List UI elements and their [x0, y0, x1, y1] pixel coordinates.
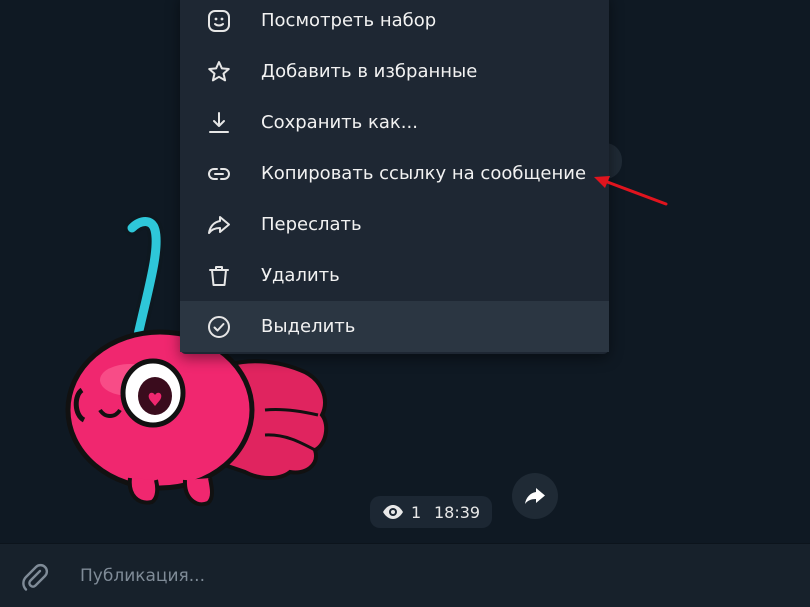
- link-icon: [206, 161, 232, 187]
- menu-item-save-as[interactable]: Сохранить как...: [180, 97, 609, 148]
- menu-item-label: Посмотреть набор: [261, 10, 437, 31]
- message-time: 18:39: [434, 503, 481, 522]
- menu-item-forward[interactable]: Переслать: [180, 199, 609, 250]
- views-count: 1: [411, 503, 422, 522]
- menu-item-label: Добавить в избранные: [261, 61, 478, 82]
- menu-item-copy-message-link[interactable]: Копировать ссылку на сообщение: [180, 148, 609, 199]
- menu-item-label: Переслать: [261, 214, 362, 235]
- message-meta-badge: 1 18:39: [370, 496, 492, 528]
- menu-item-select[interactable]: Выделить: [180, 301, 609, 352]
- eye-icon: [383, 505, 403, 519]
- menu-item-view-sticker-pack[interactable]: Посмотреть набор: [180, 0, 609, 46]
- menu-item-add-to-favorites[interactable]: Добавить в избранные: [180, 46, 609, 97]
- share-button[interactable]: [512, 473, 558, 519]
- menu-item-label: Копировать ссылку на сообщение: [261, 163, 587, 184]
- menu-item-delete[interactable]: Удалить: [180, 250, 609, 301]
- menu-item-label: Выделить: [261, 316, 356, 337]
- menu-item-label: Удалить: [261, 265, 340, 286]
- download-icon: [206, 110, 232, 136]
- forward-icon: [206, 212, 232, 238]
- annotation-arrow: [594, 176, 668, 206]
- message-composer: [0, 543, 810, 607]
- paperclip-icon[interactable]: [20, 562, 50, 592]
- context-menu: Посмотреть набор Добавить в избранные Со…: [180, 0, 609, 354]
- trash-icon: [206, 263, 232, 289]
- share-arrow-icon: [525, 488, 545, 504]
- sticker-pack-icon: [206, 8, 232, 34]
- check-circle-icon: [206, 314, 232, 340]
- star-icon: [206, 59, 232, 85]
- menu-item-label: Сохранить как...: [261, 112, 418, 133]
- message-input[interactable]: [78, 558, 782, 594]
